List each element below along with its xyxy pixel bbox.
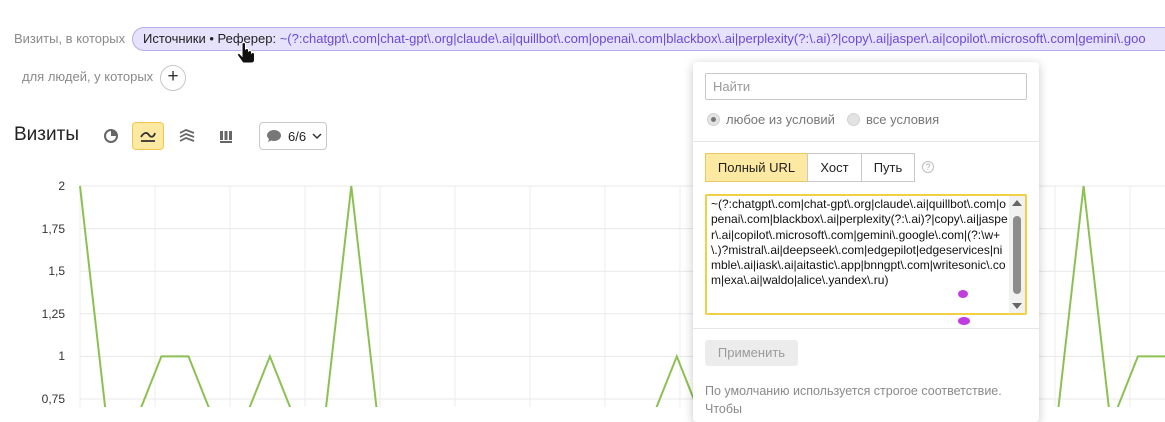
regex-textarea[interactable]: ~(?:chatgpt\.com|chat-gpt\.org|claude\.a… [705, 194, 1027, 315]
scroll-up-icon[interactable] [1012, 200, 1022, 206]
tab-path[interactable]: Путь [861, 153, 915, 182]
radio-button[interactable] [847, 113, 860, 126]
divider [693, 328, 1039, 329]
text-selection-handle-icon [958, 290, 970, 325]
scroll-thumb[interactable] [1013, 216, 1021, 294]
divider [693, 141, 1039, 142]
help-icon[interactable]: ? [922, 161, 934, 173]
radio-any-condition[interactable]: любое из условий [707, 112, 835, 127]
strict-match-note: По умолчанию используется строгое соотве… [705, 384, 1002, 398]
textarea-scrollbar[interactable] [1009, 196, 1025, 313]
apply-button[interactable]: Применить [705, 340, 798, 366]
regex-value: ~(?:chatgpt\.com|chat-gpt\.org|claude\.a… [711, 197, 1008, 288]
radio-button[interactable] [707, 113, 720, 126]
tab-full-url[interactable]: Полный URL [705, 153, 808, 182]
tab-host[interactable]: Хост [807, 153, 862, 182]
radio-all-label: все условия [866, 112, 940, 127]
strict-match-note-continued: Чтобы [705, 402, 743, 416]
radio-all-conditions[interactable]: все условия [847, 112, 939, 127]
referer-filter-popup: любое из условий все условия Полный URL … [693, 62, 1039, 422]
search-input[interactable] [705, 73, 1027, 100]
radio-any-label: любое из условий [726, 112, 835, 127]
scroll-down-icon[interactable] [1012, 303, 1022, 309]
